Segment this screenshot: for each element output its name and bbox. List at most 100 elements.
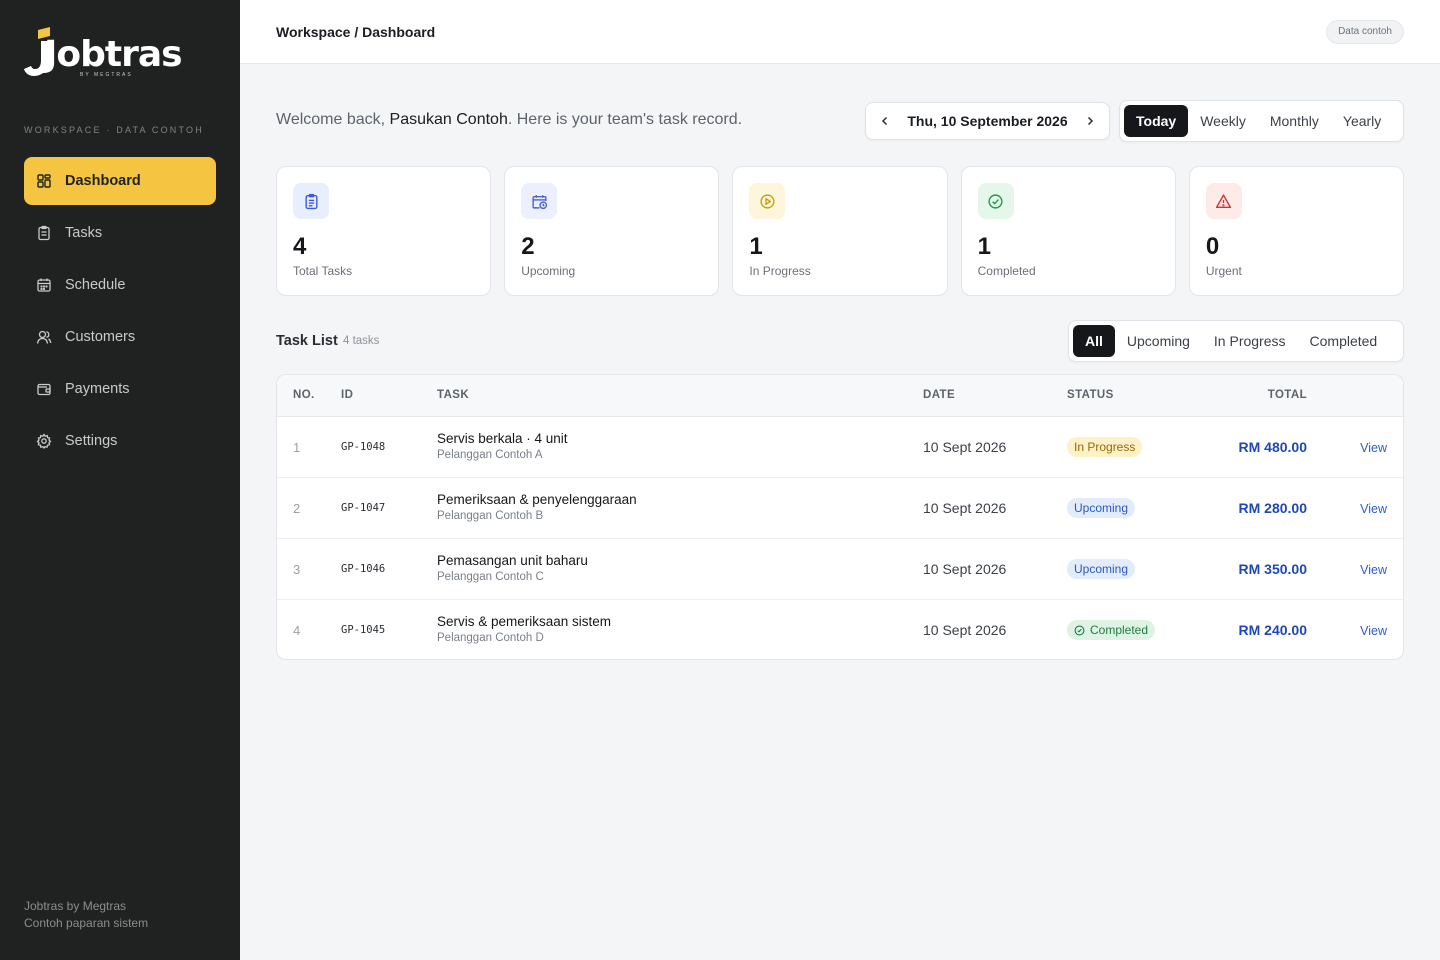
- calendar-clock-icon: [521, 183, 558, 219]
- welcome-suffix: . Here is your team's task record.: [507, 111, 743, 128]
- table-row[interactable]: 4 GP-1045 Servis & pemeriksaan sistem Pe…: [277, 600, 1403, 659]
- dashboard-icon: [36, 173, 52, 189]
- filter-upcoming[interactable]: Upcoming: [1115, 325, 1202, 357]
- status-badge-completed: Completed: [1067, 620, 1156, 640]
- stat-card-completed[interactable]: 1 Completed: [960, 166, 1176, 296]
- task-title: Pemasangan unit baharu: [437, 553, 588, 568]
- sidebar-item-customers[interactable]: Customers: [24, 313, 216, 361]
- task-id: GP-1048: [341, 441, 386, 453]
- row-number: 1: [293, 440, 301, 455]
- period-weekly[interactable]: Weekly: [1188, 105, 1258, 137]
- clipboard-icon: [293, 183, 329, 219]
- data-sample-badge: Data contoh: [1326, 20, 1404, 44]
- task-id: GP-1047: [341, 502, 386, 514]
- row-number: 2: [293, 501, 301, 516]
- task-customer: Pelanggan Contoh A: [437, 449, 543, 461]
- sidebar-nav: Dashboard Tasks Schedule Customers Payme…: [24, 157, 216, 469]
- stat-value: 1: [977, 233, 991, 260]
- task-list-title: Task List: [276, 333, 338, 349]
- footer-brand: Jobtras by Megtras: [24, 899, 127, 913]
- sidebar-item-dashboard[interactable]: Dashboard: [24, 157, 216, 205]
- status-badge: Upcoming: [1067, 498, 1136, 518]
- stat-value: 4: [293, 233, 307, 260]
- table-row[interactable]: 1 GP-1048 Servis berkala · 4 unit Pelang…: [277, 417, 1403, 478]
- calendar-icon: [36, 277, 52, 293]
- column-header-task: TASK: [437, 389, 470, 401]
- chevron-right-icon[interactable]: [1083, 114, 1097, 128]
- alert-triangle-icon: [1205, 183, 1242, 219]
- sidebar-item-settings[interactable]: Settings: [24, 417, 216, 465]
- task-title: Servis & pemeriksaan sistem: [437, 614, 612, 629]
- check-circle-icon: [1074, 625, 1085, 636]
- filter-all[interactable]: All: [1073, 325, 1115, 357]
- stat-label: Total Tasks: [293, 264, 353, 278]
- task-total: RM 240.00: [1238, 622, 1307, 638]
- row-number: 4: [293, 623, 301, 638]
- task-info: Pemeriksaan & penyelenggaraan Pelanggan …: [437, 492, 637, 522]
- task-title: Pemeriksaan & penyelenggaraan: [437, 492, 637, 507]
- stats-cards: 4 Total Tasks 2 Upcoming 1 In Progress 1…: [276, 166, 1405, 296]
- status-badge: Upcoming: [1067, 559, 1136, 579]
- play-circle-icon: [749, 183, 786, 219]
- top-bar: Workspace / Dashboard Data contoh: [240, 0, 1440, 64]
- breadcrumb[interactable]: Workspace / Dashboard: [276, 24, 435, 40]
- stat-card-urgent[interactable]: 0 Urgent: [1188, 166, 1405, 296]
- task-date: 10 Sept 2026: [923, 439, 1007, 455]
- task-title: Servis berkala · 4 unit: [437, 431, 568, 446]
- stat-label: In Progress: [749, 264, 811, 278]
- task-date: 10 Sept 2026: [923, 500, 1007, 516]
- filter-completed[interactable]: Completed: [1298, 325, 1390, 357]
- filter-in-progress[interactable]: In Progress: [1202, 325, 1298, 357]
- stat-value: 0: [1205, 233, 1220, 260]
- status-cell: In Progress: [1067, 437, 1143, 457]
- status-badge: In Progress: [1067, 437, 1143, 457]
- task-total: RM 350.00: [1238, 561, 1307, 577]
- stat-card-in-progress[interactable]: 1 In Progress: [732, 166, 948, 296]
- period-monthly[interactable]: Monthly: [1258, 105, 1331, 137]
- column-header-total: TOTAL: [1267, 389, 1307, 401]
- column-header-no: NO.: [293, 389, 315, 401]
- column-header-status: STATUS: [1067, 389, 1114, 401]
- task-date: 10 Sept 2026: [923, 561, 1007, 577]
- task-total: RM 480.00: [1238, 439, 1307, 455]
- sidebar-item-tasks[interactable]: Tasks: [24, 209, 216, 257]
- period-switcher: Today Weekly Monthly Yearly: [1119, 100, 1404, 142]
- status-cell: Upcoming: [1067, 498, 1136, 518]
- period-today[interactable]: Today: [1124, 105, 1189, 137]
- stat-card-total-tasks[interactable]: 4 Total Tasks: [276, 166, 492, 296]
- stat-label: Urgent: [1205, 264, 1242, 278]
- task-table: NO. ID TASK DATE STATUS TOTAL 1 GP-1048 …: [276, 374, 1404, 660]
- stat-card-upcoming[interactable]: 2 Upcoming: [504, 166, 720, 296]
- current-date: Thu, 10 September 2026: [907, 113, 1068, 129]
- table-row[interactable]: 3 GP-1046 Pemasangan unit baharu Pelangg…: [277, 539, 1403, 600]
- users-icon: [36, 329, 52, 345]
- row-number: 3: [293, 562, 301, 577]
- chevron-left-icon[interactable]: [878, 114, 892, 128]
- brand-logo[interactable]: Jobtras BY MEGTRAS: [24, 24, 184, 84]
- table-row[interactable]: 2 GP-1047 Pemeriksaan & penyelenggaraan …: [277, 478, 1403, 539]
- brand-name: Jobtras: [44, 34, 183, 75]
- view-link[interactable]: View: [1360, 624, 1387, 638]
- column-header-id: ID: [341, 389, 354, 401]
- task-list-count: 4 tasks: [343, 335, 380, 347]
- sidebar-item-schedule[interactable]: Schedule: [24, 261, 216, 309]
- status-badge: Completed: [1090, 623, 1149, 637]
- stat-label: Completed: [977, 264, 1036, 278]
- task-info: Servis & pemeriksaan sistem Pelanggan Co…: [437, 614, 611, 644]
- status-cell: Upcoming: [1067, 559, 1136, 579]
- task-id: GP-1045: [341, 624, 386, 636]
- brand-tagline: BY MEGTRAS: [80, 72, 133, 78]
- task-customer: Pelanggan Contoh D: [437, 632, 544, 644]
- task-date: 10 Sept 2026: [923, 622, 1007, 638]
- view-link[interactable]: View: [1360, 563, 1387, 577]
- gear-icon: [36, 433, 52, 449]
- stat-value: 2: [521, 233, 535, 260]
- workspace-label: WORKSPACE · DATA CONTOH: [24, 125, 204, 135]
- view-link[interactable]: View: [1360, 502, 1387, 516]
- sidebar-item-label: Tasks: [65, 225, 103, 241]
- sidebar-item-label: Customers: [65, 329, 136, 345]
- sidebar-item-payments[interactable]: Payments: [24, 365, 216, 413]
- check-circle-icon: [977, 183, 1014, 219]
- period-yearly[interactable]: Yearly: [1331, 105, 1393, 137]
- view-link[interactable]: View: [1360, 441, 1387, 455]
